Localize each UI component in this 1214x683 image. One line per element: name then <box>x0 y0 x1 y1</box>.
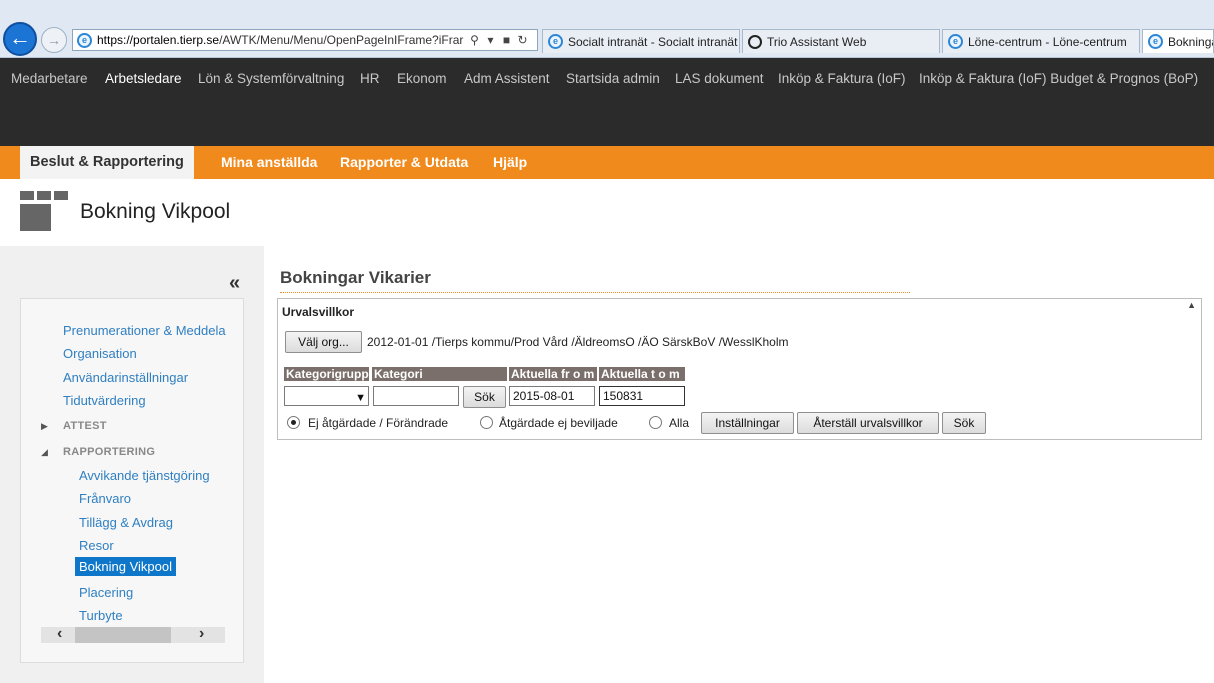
choose-org-button[interactable]: Välj org... <box>285 331 362 353</box>
dropdown-icon[interactable]: ▾ <box>484 33 497 47</box>
sidebar-item-avvikande-tjanstgoring[interactable]: Avvikande tjänstgöring <box>79 468 210 483</box>
topnav-las-dokument[interactable]: LAS dokument <box>675 71 764 86</box>
topnav-arbetsledare[interactable]: Arbetsledare <box>105 71 182 86</box>
kategorigrupp-select[interactable]: ▼ <box>284 386 369 406</box>
topnav-lon-systemforvaltning[interactable]: Lön & Systemförvaltning <box>198 71 344 86</box>
settings-button[interactable]: Inställningar <box>701 412 794 434</box>
panel-title: Urvalsvillkor <box>282 305 355 319</box>
radio-label: Alla <box>669 416 690 430</box>
column-header-aktuella-tom: Aktuella t o m <box>599 367 685 381</box>
search-icon[interactable]: ⚲ <box>468 33 481 47</box>
title-divider <box>280 292 910 293</box>
scrollbar-thumb[interactable] <box>75 627 171 643</box>
kategori-input[interactable] <box>373 386 459 406</box>
page-title: Bokning Vikpool <box>80 200 231 223</box>
ie-icon: e <box>948 34 963 49</box>
tab-rapporter-utdata[interactable]: Rapporter & Utdata <box>340 146 468 179</box>
topnav-adm-assistent[interactable]: Adm Assistent <box>464 71 550 86</box>
scroll-left-icon[interactable]: ‹ <box>57 625 62 643</box>
to-date-input[interactable]: 150831 <box>599 386 685 406</box>
browser-tab[interactable]: e Löne-centrum - Löne-centrum <box>942 29 1140 53</box>
topnav-startsida-admin[interactable]: Startsida admin <box>566 71 660 86</box>
sidebar-item-prenumerationer[interactable]: Prenumerationer & Meddela <box>63 323 226 338</box>
top-navigation: Medarbetare Arbetsledare Lön & Systemför… <box>0 58 1214 146</box>
topnav-ekonom[interactable]: Ekonom <box>397 71 447 86</box>
refresh-icon[interactable]: ↻ <box>516 33 529 47</box>
sidebar-menu: Prenumerationer & Meddela Organisation A… <box>20 298 244 663</box>
sidebar-item-tillagg-avdrag[interactable]: Tillägg & Avdrag <box>79 515 173 530</box>
radio-label: Åtgärdade ej beviljade <box>499 416 618 430</box>
column-header-aktuella-from: Aktuella fr o m <box>509 367 597 381</box>
section-title: Bokningar Vikarier <box>280 268 431 287</box>
radio-ej-atgardade[interactable] <box>287 416 300 429</box>
browser-chrome: ← → e https://portalen.tierp.se/AWTK/Men… <box>0 0 1214 58</box>
lock-icon: ■ <box>502 33 511 47</box>
ie-icon: e <box>1148 34 1163 49</box>
tab-beslut-rapportering[interactable]: Beslut & Rapportering <box>20 146 194 179</box>
radio-label: Ej åtgärdade / Förändrade <box>308 416 449 430</box>
forward-button[interactable]: → <box>41 27 67 53</box>
tab-mina-anstallda[interactable]: Mina anställda <box>221 146 317 179</box>
browser-tab-active[interactable]: e Bokninga <box>1142 29 1214 53</box>
sidebar-item-franvaro[interactable]: Frånvaro <box>79 491 131 506</box>
back-button[interactable]: ← <box>3 22 37 56</box>
search-button[interactable]: Sök <box>463 386 506 408</box>
topnav-inkop-faktura-budget[interactable]: Inköp & Faktura (IoF) Budget & Prognos (… <box>919 71 1198 86</box>
radio-atgardade-ej-beviljade[interactable] <box>480 416 493 429</box>
ie-icon: e <box>77 32 92 48</box>
sidebar-item-turbyte[interactable]: Turbyte <box>79 608 123 623</box>
sidebar-item-organisation[interactable]: Organisation <box>63 346 137 361</box>
search-button-2[interactable]: Sök <box>942 412 986 434</box>
topnav-medarbetare[interactable]: Medarbetare <box>11 71 88 86</box>
column-header-kategorigrupp: Kategorigrupp <box>284 367 369 381</box>
browser-tab[interactable]: e Socialt intranät - Socialt intranät <box>542 29 740 53</box>
collapse-sidebar-icon[interactable]: « <box>229 272 240 295</box>
filter-panel: Urvalsvillkor ▲ Välj org... 2012-01-01 /… <box>277 298 1202 440</box>
column-header-kategori: Kategori <box>372 367 507 381</box>
ie-icon: e <box>548 34 563 49</box>
sidebar-item-resor[interactable]: Resor <box>79 538 114 553</box>
horizontal-scrollbar[interactable]: ‹ › <box>41 625 225 643</box>
tab-hjalp[interactable]: Hjälp <box>493 146 527 179</box>
address-bar[interactable]: e https://portalen.tierp.se/AWTK/Menu/Me… <box>72 29 538 51</box>
sub-navigation: Beslut & Rapportering Mina anställda Rap… <box>0 146 1214 179</box>
collapse-arrow-icon[interactable]: ◢ <box>41 447 48 458</box>
app-logo-icon <box>20 191 68 231</box>
chevron-down-icon: ▼ <box>355 392 366 404</box>
expand-arrow-icon[interactable]: ▶ <box>41 421 48 432</box>
sidebar-section-attest[interactable]: ATTEST <box>63 420 107 432</box>
panel-collapse-icon[interactable]: ▲ <box>1187 300 1196 310</box>
sidebar-item-bokning-vikpool[interactable]: Bokning Vikpool <box>75 557 176 576</box>
org-path: 2012-01-01 /Tierps kommu/Prod Vård /Äldr… <box>367 335 789 349</box>
address-url[interactable]: https://portalen.tierp.se/AWTK/Menu/Menu… <box>97 33 465 47</box>
topnav-inkop-faktura[interactable]: Inköp & Faktura (IoF) <box>778 71 906 86</box>
reset-filters-button[interactable]: Återställ urvalsvillkor <box>797 412 939 434</box>
browser-tab[interactable]: Trio Assistant Web <box>742 29 940 53</box>
topnav-hr[interactable]: HR <box>360 71 380 86</box>
sidebar-section-rapportering[interactable]: RAPPORTERING <box>63 446 155 458</box>
sidebar-item-placering[interactable]: Placering <box>79 585 133 600</box>
sidebar-item-tidutvardering[interactable]: Tidutvärdering <box>63 393 146 408</box>
from-date-input[interactable]: 2015-08-01 <box>509 386 595 406</box>
radio-alla[interactable] <box>649 416 662 429</box>
trio-icon <box>748 34 762 49</box>
sidebar-item-anvandarinstallningar[interactable]: Användarinställningar <box>63 370 188 385</box>
scroll-right-icon[interactable]: › <box>199 625 204 643</box>
